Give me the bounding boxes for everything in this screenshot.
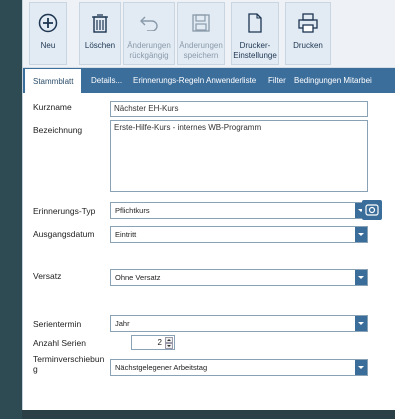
tab-bar: Stammblatt Details... Erinnerungs-Regeln…: [23, 68, 395, 93]
chevron-down-icon[interactable]: [355, 227, 367, 242]
delete-button[interactable]: Löschen: [79, 2, 121, 65]
erinnerungstyp-select[interactable]: Pflichtkurs: [110, 202, 368, 219]
save-button[interactable]: Änderungen speichern: [177, 2, 225, 65]
anzahl-serien-label: Anzahl Serien: [33, 338, 86, 348]
erinnerungstyp-value: Pflichtkurs: [115, 206, 150, 215]
new-label: Neu: [40, 41, 56, 50]
toolbar: Neu Löschen Änderungen rückgängig Änderu…: [23, 0, 395, 68]
versatz-select[interactable]: Ohne Versatz: [110, 269, 368, 286]
new-button[interactable]: Neu: [29, 2, 67, 65]
printer-icon: [298, 9, 318, 37]
tab-bedingungen[interactable]: Bedingungen Mitarbei: [294, 68, 372, 93]
ausgangsdatum-value: Eintritt: [115, 230, 137, 239]
tab-filter[interactable]: Filter: [268, 68, 286, 93]
printer-settings-label: Drucker-Einstellunge: [233, 41, 277, 60]
bezeichnung-textarea[interactable]: Erste-Hilfe-Kurs - internes WB-Programm: [110, 120, 368, 192]
serientermin-select[interactable]: Jahr: [110, 315, 368, 332]
undo-label: Änderungen rückgängig: [127, 41, 171, 60]
terminverschiebung-label: Terminverschiebun g: [33, 354, 105, 374]
tab-stammblatt[interactable]: Stammblatt: [25, 68, 82, 93]
undo-button[interactable]: Änderungen rückgängig: [123, 2, 175, 65]
gear-icon: [365, 204, 379, 216]
serientermin-label: Serientermin: [33, 319, 82, 329]
document-gear-icon: [246, 9, 264, 37]
anzahl-serien-stepper[interactable]: 2: [131, 335, 175, 350]
terminverschiebung-select[interactable]: Nächstgelegener Arbeitstag: [110, 359, 368, 376]
print-label: Drucken: [293, 41, 323, 50]
tab-details[interactable]: Details...: [91, 68, 122, 93]
printer-settings-button[interactable]: Drucker-Einstellunge: [231, 2, 279, 65]
serientermin-value: Jahr: [115, 319, 130, 328]
tab-erinnerungs-regeln[interactable]: Erinnerungs-Regeln: [133, 68, 204, 93]
delete-label: Löschen: [84, 41, 116, 50]
kurzname-input[interactable]: Nächster EH-Kurs: [110, 101, 368, 117]
undo-arrow-icon: [139, 9, 159, 37]
settings-gear-button[interactable]: [362, 200, 382, 220]
ausgangsdatum-select[interactable]: Eintritt: [110, 226, 368, 243]
trash-icon: [91, 9, 109, 37]
versatz-label: Versatz: [33, 271, 62, 281]
stepper-down-icon[interactable]: [165, 343, 173, 349]
main-window: Neu Löschen Änderungen rückgängig Änderu…: [22, 0, 395, 410]
anzahl-serien-value: 2: [157, 338, 162, 347]
chevron-down-icon[interactable]: [355, 360, 367, 375]
print-button[interactable]: Drucken: [285, 2, 331, 65]
erinnerungstyp-label: Erinnerungs-Typ: [33, 206, 96, 216]
floppy-disk-icon: [192, 9, 210, 37]
chevron-down-icon[interactable]: [355, 316, 367, 331]
chevron-down-icon[interactable]: [355, 270, 367, 285]
tab-anwenderliste[interactable]: Anwenderliste: [206, 68, 256, 93]
ausgangsdatum-label: Ausgangsdatum: [33, 229, 95, 239]
bezeichnung-label: Bezeichnung: [33, 125, 83, 135]
versatz-value: Ohne Versatz: [115, 273, 161, 282]
plus-circle-icon: [38, 9, 58, 37]
kurzname-label: Kurzname: [33, 102, 72, 112]
footer-bar: [22, 410, 395, 419]
terminverschiebung-value: Nächstgelegener Arbeitstag: [115, 363, 208, 372]
save-label: Änderungen speichern: [179, 41, 223, 60]
